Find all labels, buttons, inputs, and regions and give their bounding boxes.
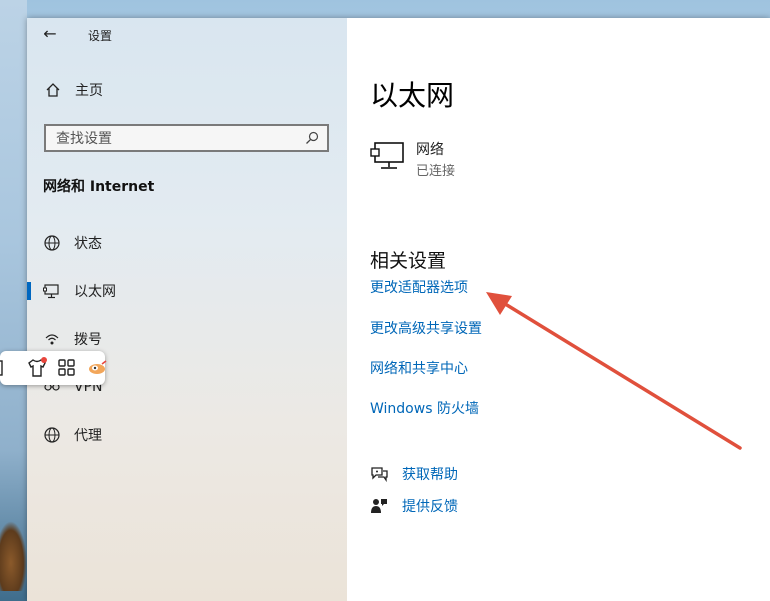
ethernet-icon (43, 284, 59, 299)
search-input[interactable] (54, 126, 298, 152)
desktop-background (0, 0, 27, 601)
toolbar-partial-icon[interactable] (0, 357, 18, 379)
sidebar-item-proxy[interactable]: 代理 (27, 415, 347, 455)
settings-window: ← 设置 主页 网络和 Internet 状态 (27, 18, 770, 601)
sidebar: ← 设置 主页 网络和 Internet 状态 (27, 18, 347, 601)
get-help-label: 获取帮助 (402, 467, 458, 483)
back-arrow-icon: ← (43, 24, 57, 43)
sidebar-item-status[interactable]: 状态 (27, 223, 347, 263)
search-box[interactable] (44, 124, 329, 152)
grid-apps-icon[interactable] (56, 357, 78, 379)
shirt-icon[interactable] (26, 357, 48, 379)
title-bar: ← 设置 (27, 18, 347, 50)
back-button[interactable]: ← (39, 24, 61, 44)
related-settings-heading: 相关设置 (370, 250, 447, 272)
dialup-icon (45, 334, 59, 345)
network-name: 网络 (416, 142, 444, 158)
home-nav-item[interactable]: 主页 (45, 80, 103, 100)
give-feedback-label: 提供反馈 (402, 499, 458, 515)
sidebar-item-ethernet[interactable]: 以太网 (27, 271, 347, 311)
sidebar-item-label: 以太网 (74, 284, 116, 300)
help-chat-icon (371, 467, 388, 483)
window-title: 设置 (88, 29, 113, 43)
sidebar-item-label: 状态 (74, 236, 102, 252)
change-adapter-options-link[interactable]: 更改适配器选项 (370, 277, 468, 297)
globe-status-icon (44, 235, 60, 251)
search-icon[interactable] (305, 131, 319, 145)
floating-toolbar (0, 351, 108, 385)
sidebar-item-label: 拨号 (74, 332, 102, 348)
network-computer-icon (370, 142, 404, 169)
main-content: 以太网 网络 已连接 相关设置 更改适配器选项 更改高级共享设置 网络和共享中心… (347, 18, 770, 601)
network-sharing-center-link[interactable]: 网络和共享中心 (370, 358, 468, 378)
section-title: 网络和 Internet (43, 179, 155, 195)
network-status: 已连接 (416, 164, 456, 179)
page-title: 以太网 (370, 79, 455, 112)
desktop-wallpaper-rock (0, 521, 27, 591)
sidebar-item-label: 代理 (74, 428, 102, 444)
home-label: 主页 (75, 83, 103, 99)
feedback-icon (371, 499, 387, 513)
change-advanced-sharing-link[interactable]: 更改高级共享设置 (370, 318, 482, 338)
windows-firewall-link[interactable]: Windows 防火墙 (370, 398, 479, 418)
mascot-icon[interactable] (86, 357, 108, 379)
proxy-globe-icon (44, 427, 60, 443)
give-feedback-link[interactable]: 提供反馈 (370, 496, 458, 516)
home-icon (46, 83, 60, 97)
get-help-link[interactable]: 获取帮助 (370, 464, 458, 484)
